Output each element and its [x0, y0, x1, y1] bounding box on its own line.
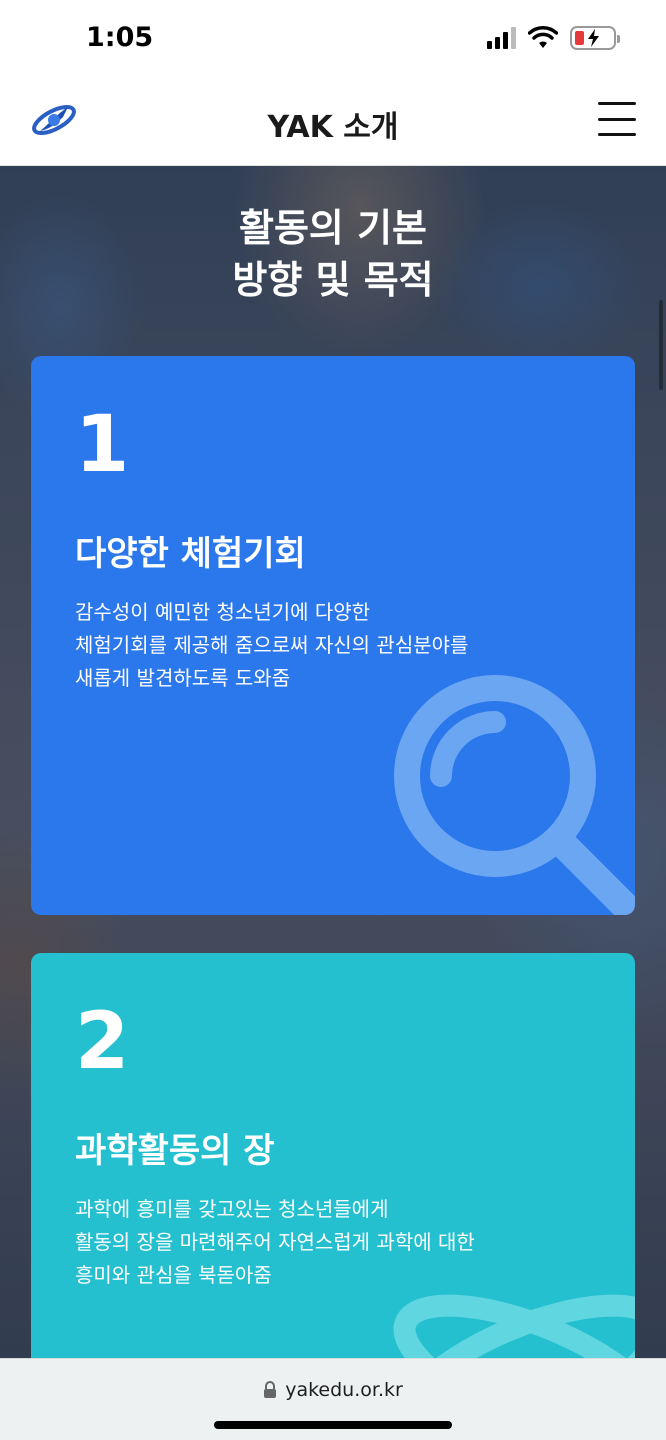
atom-icon	[393, 1294, 635, 1360]
url-content[interactable]: yakedu.or.kr	[0, 1379, 666, 1401]
home-indicator	[214, 1421, 452, 1429]
card-number: 2	[75, 997, 130, 1087]
battery-charging-icon	[570, 26, 620, 50]
status-icons	[487, 26, 620, 50]
signal-icon	[487, 27, 516, 49]
purpose-card-2: 2 과학활동의 장 과학에 흥미를 갖고있는 청소년들에게 활동의 장을 마련해…	[31, 953, 635, 1360]
hero-section: 활동의 기본 방향 및 목적 1 다양한 체험기회 감수성이 예민한 청소년기에…	[0, 166, 666, 1360]
card-description-line: 체험기회를 제공해 줌으로써 자신의 관심분야를	[75, 633, 469, 657]
hamburger-menu-icon[interactable]	[598, 102, 636, 136]
card-description-line: 과학에 흥미를 갖고있는 청소년들에게	[75, 1197, 389, 1221]
url-text[interactable]: yakedu.or.kr	[285, 1379, 403, 1401]
scrollbar[interactable]	[659, 300, 663, 390]
hero-title-line2: 방향 및 목적	[232, 258, 434, 302]
magnifier-icon	[394, 675, 635, 915]
hero-title-line1: 활동의 기본	[238, 206, 428, 250]
page-title: YAK 소개	[267, 110, 399, 145]
status-bar: 1:05	[0, 0, 666, 80]
status-time: 1:05	[86, 22, 154, 53]
card-heading: 과학활동의 장	[75, 1131, 275, 1171]
card-number: 1	[75, 400, 130, 490]
wifi-icon	[528, 26, 558, 48]
card-heading: 다양한 체험기회	[75, 534, 306, 574]
app-header: YAK 소개	[0, 80, 666, 166]
hero-title: 활동의 기본 방향 및 목적	[0, 202, 666, 306]
purpose-card-1: 1 다양한 체험기회 감수성이 예민한 청소년기에 다양한 체험기회를 제공해 …	[31, 356, 635, 915]
card-description-line: 감수성이 예민한 청소년기에 다양한	[75, 600, 371, 624]
lock-icon	[264, 1381, 277, 1398]
browser-url-bar[interactable]: yakedu.or.kr	[0, 1358, 666, 1440]
